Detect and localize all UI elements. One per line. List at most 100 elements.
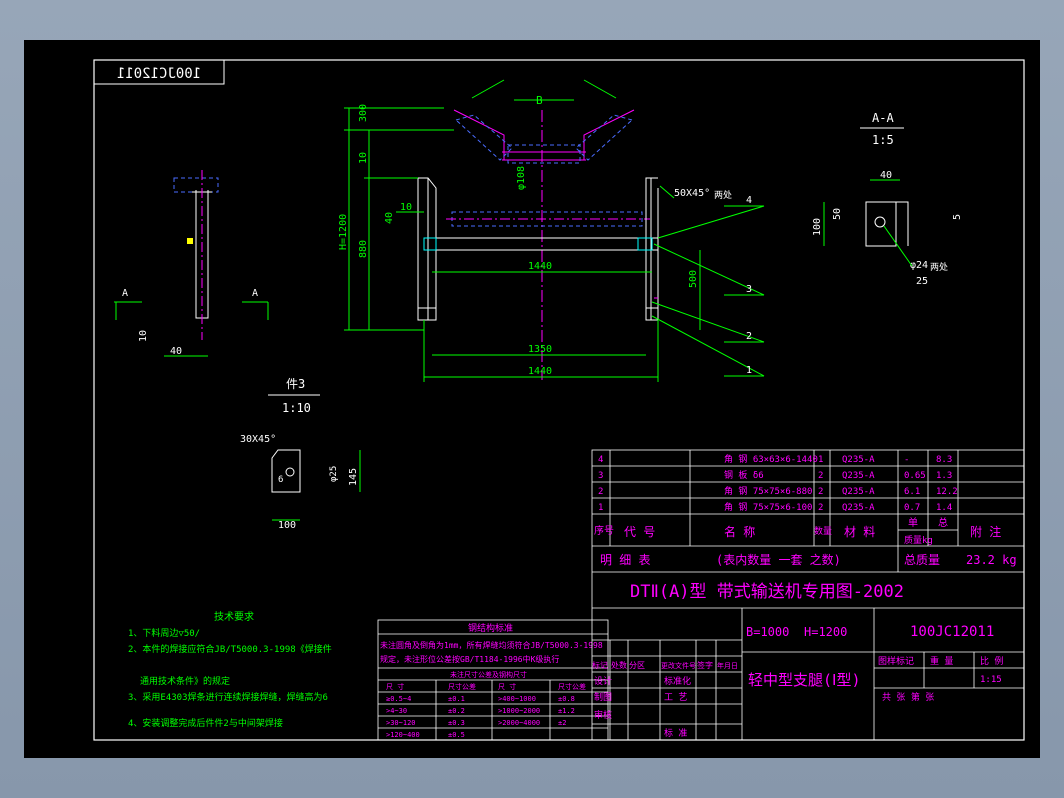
dim-1350: 1350 — [528, 344, 552, 355]
outer-frame — [93, 59, 1025, 741]
aa-40: 40 — [880, 170, 892, 181]
bom-cell-no: 2 — [598, 487, 603, 497]
bom-cell-no: 1 — [598, 503, 603, 513]
dim-500: 500 — [688, 270, 699, 288]
bom-cell-total: 1.3 — [936, 471, 952, 481]
b-param: B=1000 — [746, 625, 789, 639]
dim-880: 880 — [358, 240, 369, 258]
bom-cell-unit: - — [904, 455, 909, 465]
bom-h-total: 总 — [938, 516, 948, 529]
weld-cell: >30~120 — [386, 719, 416, 727]
dim-1440-bot: 1440 — [528, 366, 552, 377]
part-name: 轻中型支腿(Ⅰ型) — [748, 671, 861, 689]
bom-h-name: 名 称 — [724, 524, 755, 539]
section-aa: A-A 1:5 40 50 100 5 φ24 两处 25 — [812, 111, 963, 287]
side-roller — [173, 177, 219, 193]
tb-design: 设计 — [594, 675, 612, 687]
dim-phi108: φ108 — [516, 166, 527, 190]
aa-5: 5 — [952, 214, 963, 220]
side-40: 40 — [170, 346, 182, 357]
weld-subtitle: 未注尺寸公差及钢构尺寸 — [450, 670, 527, 679]
weld-cell: ±1.2 — [558, 707, 575, 715]
dim-h1200: H=1200 — [338, 214, 349, 250]
trough-right — [583, 109, 635, 160]
rev-h-6: 年月日 — [717, 661, 738, 670]
dim-b: B — [536, 94, 543, 107]
side-10: 10 — [138, 330, 149, 342]
leader-2-num: 2 — [746, 331, 752, 342]
tb-scale-label: 比 例 — [980, 655, 1003, 667]
weld-cell: ±0.8 — [558, 695, 575, 703]
weld-cell: >120~400 — [386, 731, 420, 739]
bom-cell-total: 8.3 — [936, 455, 952, 465]
mirror-drawing-number: 100JC12011 — [117, 66, 201, 82]
bom-cell-qty: 2 — [818, 487, 823, 497]
leader-4-num: 4 — [746, 195, 752, 206]
weld-title: 钢结构标准 — [468, 622, 513, 634]
bom-h-qty: 数量 — [814, 525, 832, 537]
aa-weld: 两处 — [930, 261, 948, 273]
tb-stage: 图样标记 — [878, 655, 914, 667]
bom-cell-unit: 6.1 — [904, 487, 920, 497]
dim-10a: 10 — [358, 152, 369, 164]
b-dim-l — [471, 79, 505, 99]
tb-weight: 重 量 — [930, 655, 953, 667]
bom-h-note: 附 注 — [970, 524, 1001, 539]
bom-h-mat: 材 料 — [844, 525, 875, 539]
rev-h-2: 处数 — [611, 660, 627, 670]
rev-h-4: 更改文件号 — [661, 661, 696, 670]
tb-scale-value: 1:15 — [980, 675, 1002, 685]
part3-hole — [285, 467, 295, 477]
b-dim-r — [583, 79, 617, 99]
aa-25: 25 — [916, 276, 928, 287]
trough-left — [453, 109, 505, 160]
weld-cell: >2000~4000 — [498, 719, 540, 727]
weld-cell: ±0.2 — [448, 707, 465, 715]
bom-cell-name: 角 钢 75×75×6-880 — [724, 485, 812, 497]
weld-note1: 未注圆角及倒角为1mm，所有焊缝均须符合JB/T5000.3-1998 — [380, 640, 603, 650]
bom-cell-no: 3 — [598, 471, 603, 481]
weld-header: 尺寸公差 — [448, 682, 476, 691]
aa-100: 100 — [812, 218, 823, 236]
section-scale: 1:5 — [872, 133, 894, 147]
weld-rows: 尺 寸 尺寸公差 尺 寸 尺寸公差 ≥0.5~4 ±0.1 >400~1000 ±0.8 >4~… — [386, 682, 586, 739]
h-param: H=1200 — [804, 625, 847, 639]
bom-rows: 4角 钢 63×63×6-1440 1 Q235-A -8.33 钢 板 δ6 2 Q235… — [598, 453, 958, 513]
rev-h-1: 标记 — [592, 660, 608, 670]
weld-cell: ≥0.5~4 — [386, 695, 411, 703]
bom-cell-name: 钢 板 δ6 — [724, 469, 764, 481]
bom-h-unit: 单 — [908, 517, 918, 529]
weld-header: 尺 寸 — [498, 682, 516, 691]
rev-h-5: 签字 — [697, 660, 713, 670]
bom-cell-no: 4 — [598, 455, 603, 465]
tech-requirements: 技术要求 1、下料周边▽50/ 2、本件的焊接应符合JB/T5000.3-199… — [128, 610, 332, 729]
tb-draw: 制图 — [594, 691, 612, 703]
weld-header: 尺 寸 — [386, 682, 404, 691]
chamfer-note: 50X45° — [674, 188, 710, 199]
tech-line-1: 1、下料周边▽50/ — [128, 627, 200, 639]
drawing-sheet: 100JC12011 B φ108 300 10 H=1200 880 40 1… — [24, 40, 1040, 758]
cad-drawing: 100JC12011 B φ108 300 10 H=1200 880 40 1… — [93, 59, 1025, 741]
part3-detail: 件3 1:10 30X45° 6 φ25 145 100 — [240, 377, 361, 531]
side-bracket — [187, 238, 193, 244]
weld-cell: ±0.3 — [448, 719, 465, 727]
part3-label: 件3 — [286, 377, 305, 391]
bom-cell-qty: 2 — [818, 471, 823, 481]
tech-title: 技术要求 — [214, 610, 254, 623]
bom-cell-material: Q235-A — [842, 487, 875, 497]
bom-cell-name: 角 钢 75×75×6-100 — [724, 501, 812, 513]
weld-cell: >1000~2000 — [498, 707, 540, 715]
side-view: A A 40 10 — [114, 170, 269, 357]
side-a-right: A — [252, 288, 258, 299]
weld-cell: ±0.1 — [448, 695, 465, 703]
leader-3-num: 3 — [746, 284, 752, 295]
total-mass-label: 总质量 — [904, 553, 940, 567]
aa-50: 50 — [832, 208, 843, 220]
tb-approve: 标 准 — [664, 727, 687, 739]
bom-h-code: 代 号 — [624, 525, 655, 539]
bom-cell-material: Q235-A — [842, 471, 875, 481]
bom-cell-unit: 0.7 — [904, 503, 920, 513]
bom-cell-total: 12.2 — [936, 487, 958, 497]
weld-header: 尺寸公差 — [558, 682, 586, 691]
banner: DTⅡ(A)型 带式输送机专用图-2002 — [630, 582, 904, 602]
